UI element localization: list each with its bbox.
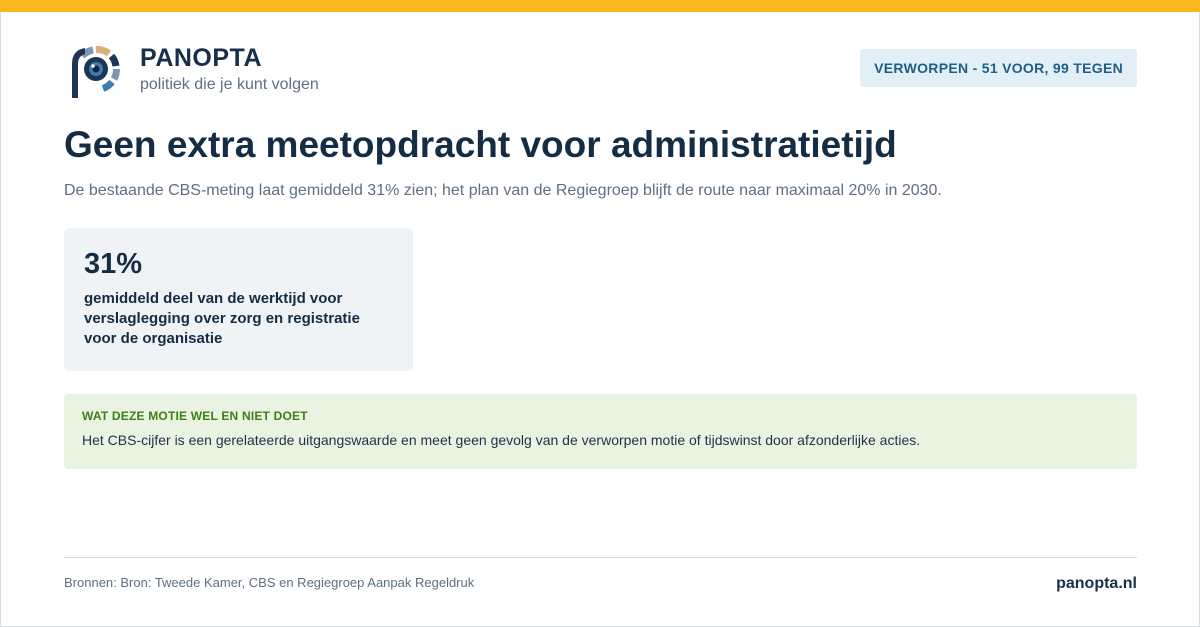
sources-text: Bronnen: Bron: Tweede Kamer, CBS en Regi…	[64, 575, 475, 590]
motion-note: WAT DEZE MOTIE WEL EN NIET DOET Het CBS-…	[64, 394, 1137, 469]
stat-value: 31%	[84, 248, 143, 280]
accent-bar	[0, 0, 1200, 12]
page-subtitle: De bestaande CBS-meting laat gemiddeld 3…	[64, 182, 942, 199]
stat-label: gemiddeld deel van de werktijd voor vers…	[84, 290, 360, 347]
site-link[interactable]: panopta.nl	[1056, 575, 1137, 593]
stat-card: 31% gemiddeld deel van de werktijd voor …	[64, 228, 413, 371]
note-text: Het CBS-cijfer is een gerelateerde uitga…	[82, 432, 921, 448]
panopta-logo-icon	[72, 46, 120, 98]
status-badge: VERWORPEN - 51 VOOR, 99 TEGEN	[860, 49, 1137, 87]
note-heading: WAT DEZE MOTIE WEL EN NIET DOET	[82, 409, 308, 423]
footer-divider	[64, 557, 1137, 558]
brand-name: PANOPTA	[140, 44, 263, 72]
page-title: Geen extra meetopdracht voor administrat…	[64, 124, 897, 165]
brand-tagline: politiek die je kunt volgen	[140, 76, 319, 93]
